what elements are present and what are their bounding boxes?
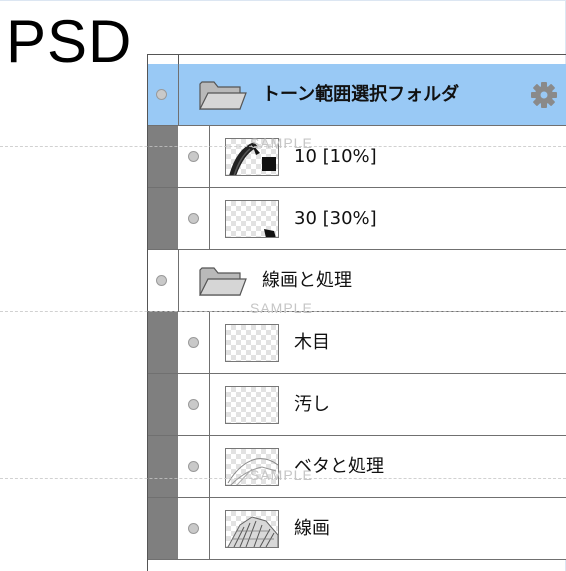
watermark-text: SAMPLE (250, 467, 313, 483)
visibility-toggle[interactable] (188, 461, 199, 472)
gear-icon[interactable] (530, 81, 558, 109)
panel-top-border (148, 54, 566, 55)
visibility-toggle[interactable] (188, 523, 199, 534)
row-divider (178, 250, 179, 311)
row-divider (209, 436, 210, 497)
indent-bar (148, 374, 178, 435)
layer-thumbnail (225, 510, 279, 548)
indent-bar (148, 312, 178, 373)
layer-label: 汚し (294, 394, 330, 415)
row-divider (209, 188, 210, 249)
indent-bar (148, 188, 178, 249)
layer-thumbnail (225, 324, 279, 362)
layer-row-tone-30[interactable]: 30 [30%] (148, 188, 566, 250)
folder-open-icon (199, 267, 247, 296)
row-divider (178, 64, 179, 125)
psd-heading: PSD (6, 8, 133, 75)
watermark-text: SAMPLE (250, 135, 313, 151)
tone-thumbnail-icon (264, 229, 276, 237)
indent-bar (148, 498, 178, 559)
layer-label: 木目 (294, 332, 330, 353)
frame-top-border (0, 0, 566, 1)
layer-label: 線画 (294, 518, 330, 539)
layer-row-wood-grain[interactable]: 木目 (148, 312, 566, 374)
layer-label: トーン範囲選択フォルダ (262, 84, 460, 105)
row-divider (209, 374, 210, 435)
visibility-toggle[interactable] (156, 275, 167, 286)
layer-row-tone-10[interactable]: 10 [10%] (148, 126, 566, 188)
layer-row-lineart-folder[interactable]: 線画と処理 (148, 250, 566, 312)
layer-thumbnail (225, 200, 279, 238)
layer-label: 30 [30%] (294, 208, 377, 229)
folder-open-icon (199, 81, 247, 110)
visibility-toggle[interactable] (188, 151, 199, 162)
lineart-thumbnail-icon (227, 516, 278, 547)
indent-bar (148, 126, 178, 187)
row-divider (209, 498, 210, 559)
visibility-toggle[interactable] (188, 337, 199, 348)
visibility-toggle[interactable] (156, 89, 167, 100)
layer-row-line-art[interactable]: 線画 (148, 498, 566, 560)
layer-thumbnail (225, 386, 279, 424)
layer-row-tone-folder[interactable]: トーン範囲選択フォルダ (148, 64, 566, 126)
visibility-toggle[interactable] (188, 399, 199, 410)
layer-row-fill-processing[interactable]: ベタと処理 (148, 436, 566, 498)
indent-bar (148, 436, 178, 497)
visibility-toggle[interactable] (188, 213, 199, 224)
panel-column-tick (178, 54, 179, 64)
panel-left-border (147, 54, 148, 571)
row-divider (209, 312, 210, 373)
watermark-text: SAMPLE (250, 300, 313, 316)
row-divider (209, 126, 210, 187)
layer-row-dirt[interactable]: 汚し (148, 374, 566, 436)
